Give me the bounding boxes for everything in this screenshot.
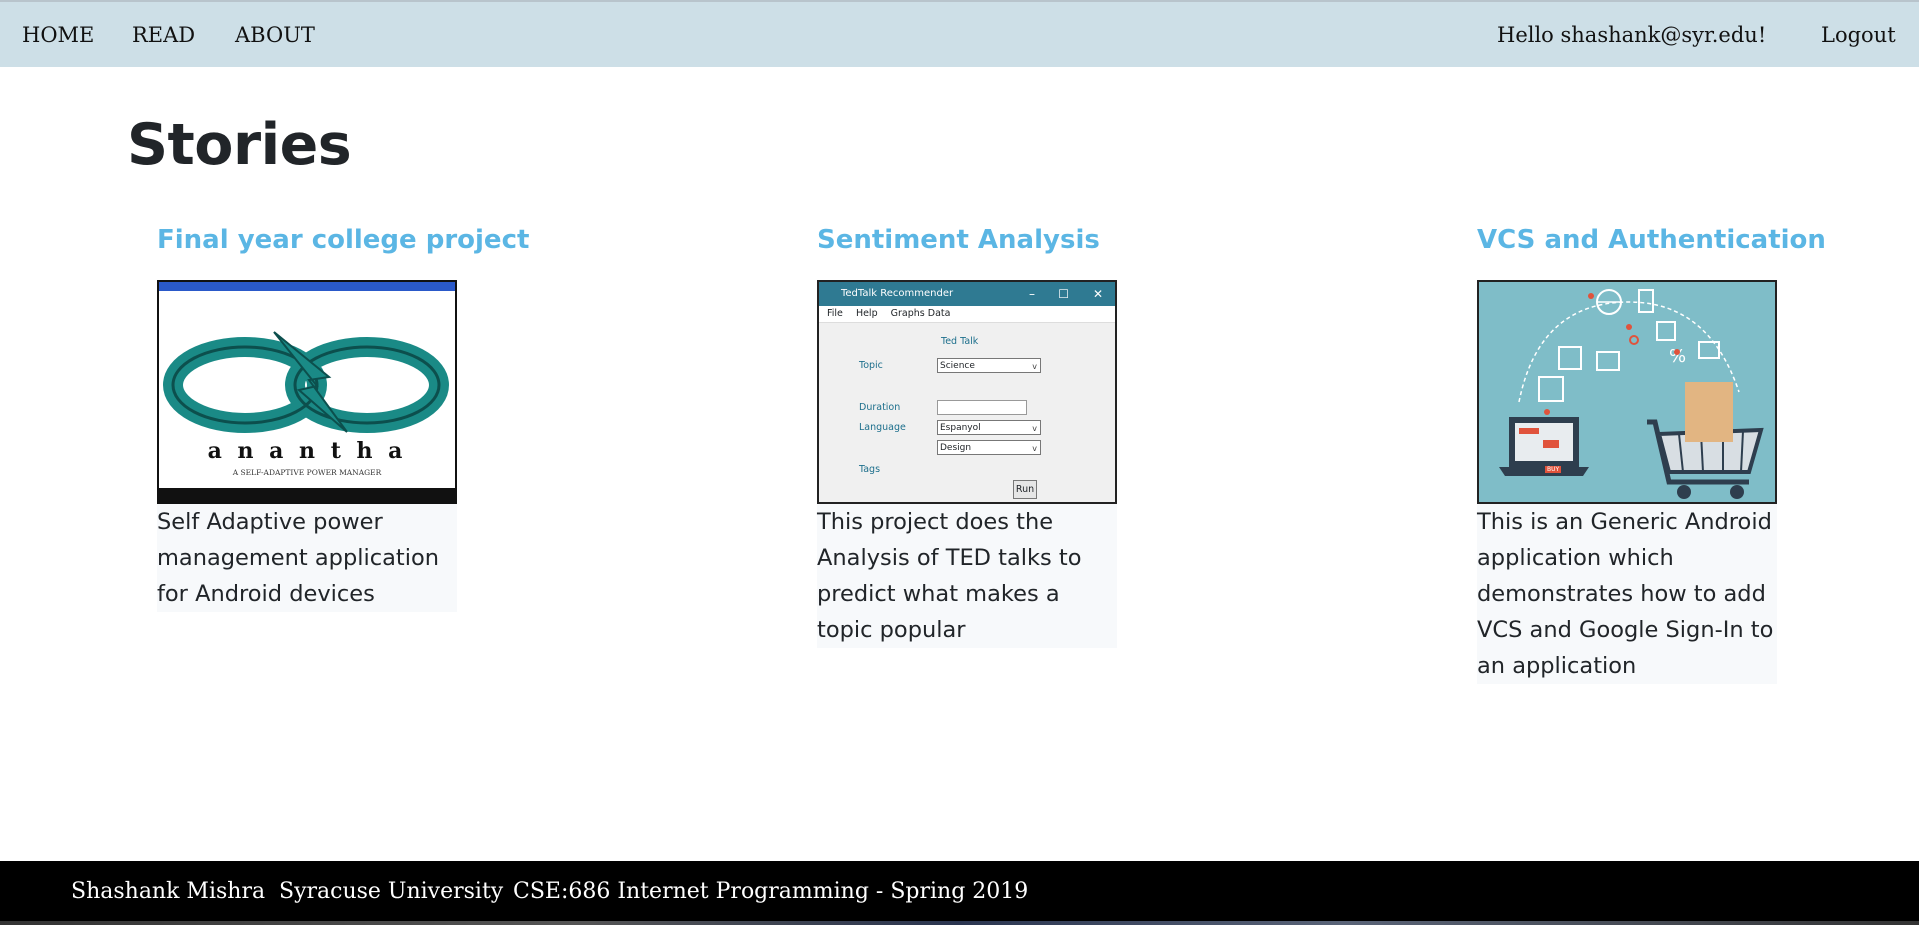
language-select: Espanyol <box>937 420 1041 436</box>
story-card-ananthah: Final year college project a n a n t h a… <box>157 222 529 612</box>
story-image-sentiment[interactable]: TedTalk Recommender – ☐ ✕ File Help Grap… <box>817 280 1117 504</box>
language-label: Language <box>859 422 906 433</box>
tedtalk-app-window: TedTalk Recommender – ☐ ✕ File Help Grap… <box>817 280 1117 504</box>
story-description: This is an Generic Android application w… <box>1477 504 1777 684</box>
footer: Shashank Mishra Syracuse University CSE:… <box>0 861 1919 925</box>
menu-graphs: Graphs Data <box>890 308 951 319</box>
story-description: This project does the Analysis of TED ta… <box>817 504 1117 648</box>
close-icon: ✕ <box>1092 287 1103 301</box>
maximize-icon: ☐ <box>1058 287 1069 301</box>
story-title-link[interactable]: Final year college project <box>157 222 529 280</box>
nav-about-link[interactable]: ABOUT <box>235 23 315 47</box>
minimize-icon: – <box>1029 287 1035 301</box>
story-image-ananthah[interactable]: a n a n t h a A SELF-ADAPTIVE POWER MANA… <box>157 280 457 504</box>
top-navbar: HOME READ ABOUT Hello shashank@syr.edu! … <box>0 0 1919 67</box>
story-description: Self Adaptive power management applicati… <box>157 504 457 612</box>
app-heading: Ted Talk <box>941 336 979 347</box>
app-menubar: File Help Graphs Data <box>819 306 1115 323</box>
page-title: Stories <box>127 112 352 178</box>
duration-label: Duration <box>859 402 901 413</box>
nav-read-link[interactable]: READ <box>132 23 195 47</box>
laptop-icon <box>1499 417 1589 476</box>
story-title-link[interactable]: Sentiment Analysis <box>817 222 1127 280</box>
nav-home-link[interactable]: HOME <box>22 23 94 47</box>
duration-input <box>937 400 1027 415</box>
phone-nav-bar <box>159 488 455 502</box>
ananthah-logo-text: a n a n t h a <box>207 438 407 464</box>
ananthah-tagline: A SELF-ADAPTIVE POWER MANAGER <box>232 468 382 477</box>
story-image-vcs[interactable]: % BUY <box>1477 280 1777 504</box>
user-greeting: Hello shashank@syr.edu! <box>1497 23 1767 47</box>
footer-course: CSE:686 Internet Programming - Spring 20… <box>513 879 1029 904</box>
story-title-link[interactable]: VCS and Authentication <box>1477 222 1826 280</box>
topic-select: Science <box>937 358 1041 374</box>
menu-help: Help <box>855 308 878 319</box>
topic-label: Topic <box>859 360 883 371</box>
taskbar-strip <box>0 921 1919 925</box>
tags-label: Tags <box>859 464 881 475</box>
footer-author: Shashank Mishra <box>71 879 266 904</box>
app-titlebar: TedTalk Recommender – ☐ ✕ <box>819 282 1115 306</box>
buy-badge: BUY <box>1545 466 1562 473</box>
menu-file: File <box>827 308 843 319</box>
story-card-vcs: VCS and Authentication % BUY This is an … <box>1477 222 1826 684</box>
story-card-sentiment: Sentiment Analysis TedTalk Recommender –… <box>817 222 1127 648</box>
run-button: Run <box>1013 480 1037 499</box>
shopping-cart-icon <box>1647 382 1764 499</box>
ecommerce-illustration: % <box>1499 289 1764 499</box>
app-window-title: TedTalk Recommender <box>841 288 954 299</box>
logout-link[interactable]: Logout <box>1821 23 1896 47</box>
footer-university: Syracuse University <box>279 879 504 904</box>
category-select: Design <box>937 440 1041 456</box>
